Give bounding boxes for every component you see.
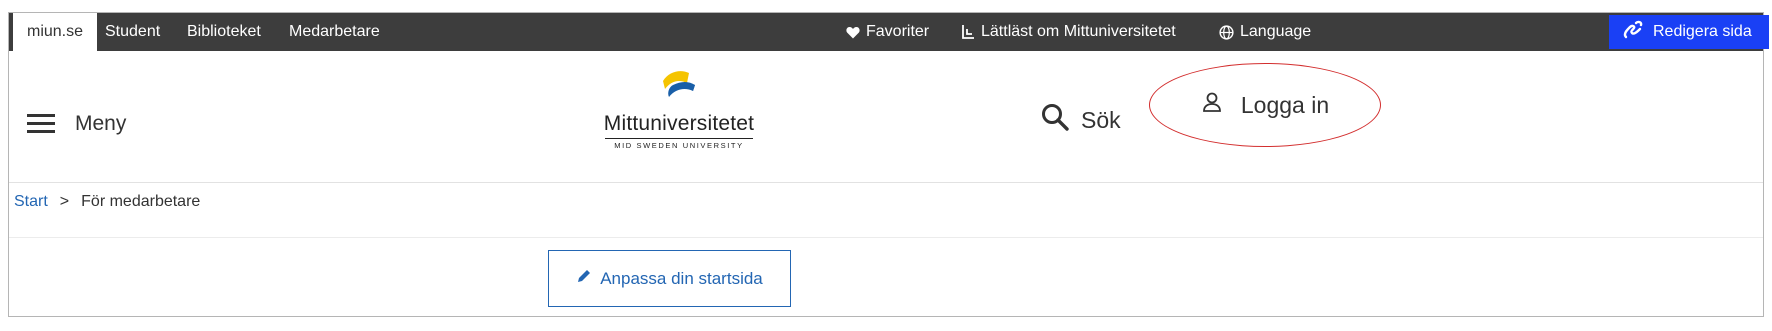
tab-miun[interactable]: miun.se [13,13,98,53]
menu-label: Meny [75,111,127,135]
top-bar: miun.se Student Biblioteket Medarbetare … [9,13,1769,53]
easy-read-label: Lättläst om Mittuniversitetet [981,23,1176,40]
language-label: Language [1240,23,1312,40]
logo-mark-icon [663,71,695,97]
breadcrumb-separator: > [59,193,70,210]
divider [9,237,1763,238]
tab-biblioteket[interactable]: Biblioteket [187,13,261,51]
favorites-label: Favoriter [866,23,930,40]
tab-student[interactable]: Student [105,13,160,51]
login-button[interactable]: Logga in [1149,63,1381,147]
breadcrumb-current: För medarbetare [81,193,201,210]
edit-page-button[interactable]: Redigera sida [1609,15,1769,49]
customize-startpage-button[interactable]: Anpassa din startsida [548,250,791,307]
easy-read-link[interactable]: Lättläst om Mittuniversitetet [961,13,1176,51]
breadcrumb-home[interactable]: Start [14,193,48,211]
login-label: Logga in [1240,91,1330,118]
page-frame: miun.se Student Biblioteket Medarbetare … [8,12,1769,317]
globe-icon [1219,24,1234,40]
logo-name: Mittuniversitetet [603,112,755,135]
favorites-link[interactable]: Favoriter [846,13,929,51]
logo[interactable]: Mittuniversitetet MID SWEDEN UNIVERSITY [599,67,759,150]
breadcrumb: Start > För medarbetare [14,193,200,211]
pencil-icon [576,268,592,289]
tab-medarbetare[interactable]: Medarbetare [289,13,380,51]
language-link[interactable]: Language [1219,13,1311,51]
heart-icon [846,26,860,39]
menu-button[interactable]: Meny [27,109,126,138]
customize-startpage-label: Anpassa din startsida [600,268,763,288]
hamburger-icon [27,109,55,138]
user-icon [1201,91,1223,119]
logo-subtitle: MID SWEDEN UNIVERSITY [605,138,753,150]
search-icon [1041,103,1069,137]
easy-read-icon [961,24,975,40]
site-header: Meny Mittuniversitetet MID SWEDEN UNIVER… [9,51,1763,183]
edit-page-label: Redigera sida [1653,23,1752,40]
search-label: Sök [1081,106,1121,133]
search-button[interactable]: Sök [1041,103,1121,137]
edit-chain-icon [1621,18,1645,47]
